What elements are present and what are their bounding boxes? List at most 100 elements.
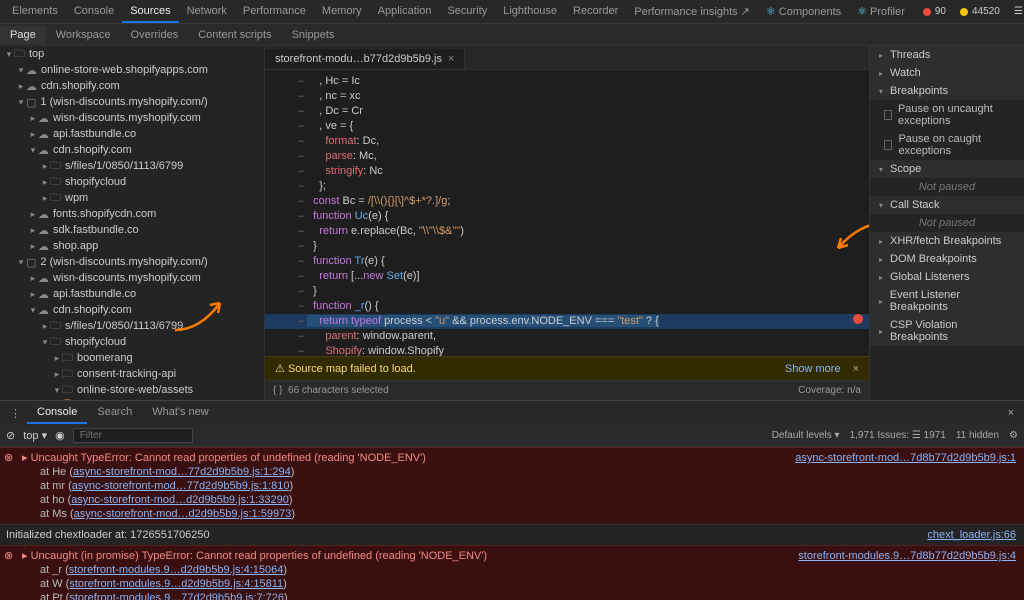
tree-cloud[interactable]: ▾☁cdn.shopify.com: [0, 142, 264, 158]
code-line[interactable]: – stringify: Nc: [265, 164, 869, 179]
tree-folder[interactable]: ▾🗀shopifycloud: [0, 334, 264, 350]
threads-section[interactable]: ▸Threads: [870, 46, 1024, 64]
error-count[interactable]: 90: [917, 4, 952, 19]
tree-folder[interactable]: ▸🗀shopifycloud: [0, 174, 264, 190]
code-line[interactable]: – Shopify: window.Shopify: [265, 344, 869, 356]
console-settings-icon[interactable]: ⚙: [1009, 430, 1018, 441]
tree-folder[interactable]: ▸🗀consent-tracking-api: [0, 366, 264, 382]
sources-subtab-content-scripts[interactable]: Content scripts: [188, 26, 281, 44]
drawer-tab-what-s-new[interactable]: What's new: [142, 402, 219, 424]
pause-uncaught-checkbox[interactable]: Pause on uncaught exceptions: [870, 100, 1024, 130]
tree-folder[interactable]: ▾🗀online-store-web/assets: [0, 382, 264, 398]
console-error[interactable]: ⊗async-storefront-mod…7d8b77d2d9b5b9.js:…: [0, 447, 1024, 524]
issues-link[interactable]: 1,971 Issues: ☰ 1971: [850, 430, 946, 441]
panel-tab-sources[interactable]: Sources: [122, 1, 178, 23]
source-link[interactable]: chext_loader.js:66: [927, 528, 1016, 542]
tree-frame[interactable]: ▾▢2 (wisn-discounts.myshopify.com/): [0, 254, 264, 270]
panel-tab-lighthouse[interactable]: Lighthouse: [495, 1, 565, 23]
panel-tab-performance-insights-[interactable]: Performance insights ↗: [626, 1, 758, 23]
filter-input[interactable]: [73, 428, 193, 443]
code-line[interactable]: – parse: Mc,: [265, 149, 869, 164]
console-output[interactable]: ⊗async-storefront-mod…7d8b77d2d9b5b9.js:…: [0, 447, 1024, 600]
sources-subtab-workspace[interactable]: Workspace: [46, 26, 121, 44]
drawer-tab-console[interactable]: Console: [27, 402, 87, 424]
breakpoints-section[interactable]: ▾Breakpoints: [870, 82, 1024, 100]
info-count[interactable]: ☰ 1971: [1008, 4, 1024, 19]
panel-tab-performance[interactable]: Performance: [235, 1, 314, 23]
panel-tab-elements[interactable]: Elements: [4, 1, 66, 23]
sources-subtab-page[interactable]: Page: [0, 26, 46, 44]
sources-subtab-snippets[interactable]: Snippets: [282, 26, 345, 44]
code-line[interactable]: – , Dc = Cr: [265, 104, 869, 119]
tree-cloud[interactable]: ▾☁online-store-web.shopifyapps.com: [0, 62, 264, 78]
tree-folder[interactable]: ▸🗀boomerang: [0, 350, 264, 366]
breakpoint-icon[interactable]: [853, 314, 863, 324]
source-link[interactable]: storefront-modules.9…7d8b77d2d9b5b9.js:4: [798, 549, 1016, 563]
watch-section[interactable]: ▸Watch: [870, 64, 1024, 82]
brackets-icon[interactable]: { }: [273, 385, 282, 396]
panel-tab-console[interactable]: Console: [66, 1, 122, 23]
console-log[interactable]: chext_loader.js:66Initialized chextloade…: [0, 524, 1024, 545]
tree-cloud[interactable]: ▸☁shop.app: [0, 238, 264, 254]
tree-folder[interactable]: ▸🗀wpm: [0, 190, 264, 206]
tree-cloud[interactable]: ▸☁fonts.shopifycdn.com: [0, 206, 264, 222]
show-more-link[interactable]: Show more: [785, 363, 841, 375]
editor-tab[interactable]: storefront-modu…b77d2d9b5b9.js ×: [265, 49, 465, 69]
code-line[interactable]: – , ve = {: [265, 119, 869, 134]
sources-subtab-overrides[interactable]: Overrides: [121, 26, 189, 44]
tree-top[interactable]: ▾🗀top: [0, 46, 264, 62]
xhr-bp-section[interactable]: ▸XHR/fetch Breakpoints: [870, 232, 1024, 250]
code-line[interactable]: – return [...new Set(e)]: [265, 269, 869, 284]
tree-cloud[interactable]: ▾☁cdn.shopify.com: [0, 302, 264, 318]
panel-tab-components[interactable]: ⚛Components: [758, 1, 849, 23]
code-line[interactable]: – return typeof process < "u" && process…: [265, 314, 869, 329]
panel-tab-profiler[interactable]: ⚛Profiler: [849, 1, 913, 23]
panel-tab-network[interactable]: Network: [179, 1, 235, 23]
panel-tab-security[interactable]: Security: [439, 1, 495, 23]
code-line[interactable]: – parent: window.parent,: [265, 329, 869, 344]
code-line[interactable]: – return e.replace(Bc, "\\"\\$&""): [265, 224, 869, 239]
drawer-menu-icon[interactable]: ⋮: [4, 407, 27, 420]
tree-folder[interactable]: ▸🗀s/files/1/0850/1113/6799: [0, 158, 264, 174]
code-line[interactable]: – , nc = xc: [265, 89, 869, 104]
code-line[interactable]: – };: [265, 179, 869, 194]
panel-tab-recorder[interactable]: Recorder: [565, 1, 626, 23]
global-listeners-section[interactable]: ▸Global Listeners: [870, 268, 1024, 286]
code-line[interactable]: – }: [265, 239, 869, 254]
tree-cloud[interactable]: ▸☁wisn-discounts.myshopify.com: [0, 270, 264, 286]
code-line[interactable]: – function Uc(e) {: [265, 209, 869, 224]
csp-bp-section[interactable]: ▸CSP Violation Breakpoints: [870, 316, 1024, 346]
warning-count[interactable]: 44520: [954, 4, 1006, 19]
tree-cloud[interactable]: ▸☁sdk.fastbundle.co: [0, 222, 264, 238]
tree-cloud[interactable]: ▸☁api.fastbundle.co: [0, 126, 264, 142]
callstack-section[interactable]: ▾Call Stack: [870, 196, 1024, 214]
tree-frame[interactable]: ▾▢1 (wisn-discounts.myshopify.com/): [0, 94, 264, 110]
code-line[interactable]: – , Hc = Ic: [265, 74, 869, 89]
context-selector[interactable]: top ▾: [23, 429, 47, 442]
file-navigator[interactable]: ▾🗀top▾☁online-store-web.shopifyapps.com▸…: [0, 46, 265, 400]
pause-caught-checkbox[interactable]: Pause on caught exceptions: [870, 130, 1024, 160]
log-levels-dropdown[interactable]: Default levels ▾: [772, 430, 840, 441]
code-line[interactable]: – format: Dc,: [265, 134, 869, 149]
event-bp-section[interactable]: ▸Event Listener Breakpoints: [870, 286, 1024, 316]
dom-bp-section[interactable]: ▸DOM Breakpoints: [870, 250, 1024, 268]
code-line[interactable]: – }: [265, 284, 869, 299]
eye-icon[interactable]: ◉: [55, 429, 65, 442]
code-editor[interactable]: – , Hc = Ic– , nc = xc– , Dc = Cr– , ve …: [265, 70, 869, 356]
console-error[interactable]: ⊗storefront-modules.9…7d8b77d2d9b5b9.js:…: [0, 545, 1024, 600]
drawer-tab-search[interactable]: Search: [87, 402, 142, 424]
tree-cloud[interactable]: ▸☁wisn-discounts.myshopify.com: [0, 110, 264, 126]
panel-tab-memory[interactable]: Memory: [314, 1, 370, 23]
source-link[interactable]: async-storefront-mod…7d8b77d2d9b5b9.js:1: [795, 451, 1016, 465]
tree-cloud[interactable]: ▸☁api.fastbundle.co: [0, 286, 264, 302]
hidden-count[interactable]: 11 hidden: [956, 430, 999, 441]
scope-section[interactable]: ▾Scope: [870, 160, 1024, 178]
close-icon[interactable]: ×: [1002, 407, 1020, 419]
code-line[interactable]: – function _r() {: [265, 299, 869, 314]
tree-cloud[interactable]: ▸☁cdn.shopify.com: [0, 78, 264, 94]
close-icon[interactable]: ×: [853, 363, 859, 375]
tree-file[interactable]: 🗎async-storefront-modules.9839fa01a68158…: [0, 398, 264, 400]
tree-folder[interactable]: ▸🗀s/files/1/0850/1113/6799: [0, 318, 264, 334]
code-line[interactable]: – const Bc = /[\\(){}[\]^$+*?.]/g;: [265, 194, 869, 209]
panel-tab-application[interactable]: Application: [370, 1, 440, 23]
